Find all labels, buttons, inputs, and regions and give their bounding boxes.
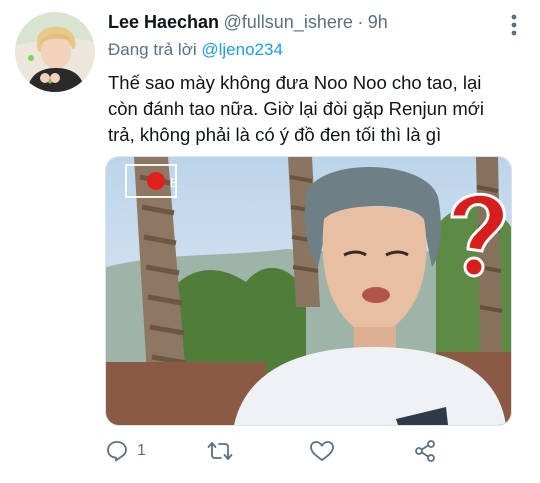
reply-icon (107, 441, 127, 462)
tweet-text-line: còn đánh tao nữa. Giờ lại đòi gặp Renjun… (108, 98, 485, 119)
tweet-text-line: Thế sao mày không đưa Noo Noo cho tao, l… (108, 72, 482, 93)
reply-count: 1 (137, 442, 146, 459)
avatar[interactable] (15, 12, 95, 92)
tweet-text-line: trả, không phải là có ý đồ đen tối thì l… (108, 124, 442, 145)
reply-button[interactable]: 1 (105, 436, 146, 466)
retweet-icon (207, 442, 233, 460)
author-handle[interactable]: @fullsun_ishere (224, 12, 353, 32)
action-bar: 1 (105, 436, 525, 466)
more-button[interactable] (502, 10, 526, 40)
reply-context: Đang trả lời @ljeno234 (108, 40, 283, 60)
share-icon (415, 440, 435, 462)
tweet-time[interactable]: 9h (368, 12, 388, 32)
like-icon (310, 441, 334, 461)
tweet-media[interactable]: E (105, 156, 512, 426)
reply-mention-link[interactable]: @ljeno234 (201, 40, 283, 59)
like-button[interactable] (309, 436, 343, 466)
separator-dot: · (357, 12, 364, 32)
share-button[interactable] (413, 436, 437, 466)
media-image: E (106, 157, 511, 425)
avatar-image (15, 12, 95, 92)
more-icon (511, 14, 517, 36)
author-name[interactable]: Lee Haechan (108, 12, 219, 32)
media-overlay-text: E (170, 176, 178, 190)
tweet-header: Lee Haechan @fullsun_ishere · 9h (108, 12, 520, 38)
tweet: Lee Haechan @fullsun_ishere · 9h Đang tr… (0, 0, 540, 483)
retweet-button[interactable] (207, 436, 241, 466)
tweet-text: Thế sao mày không đưa Noo Noo cho tao, l… (108, 70, 528, 148)
reply-prefix: Đang trả lời (108, 40, 197, 59)
